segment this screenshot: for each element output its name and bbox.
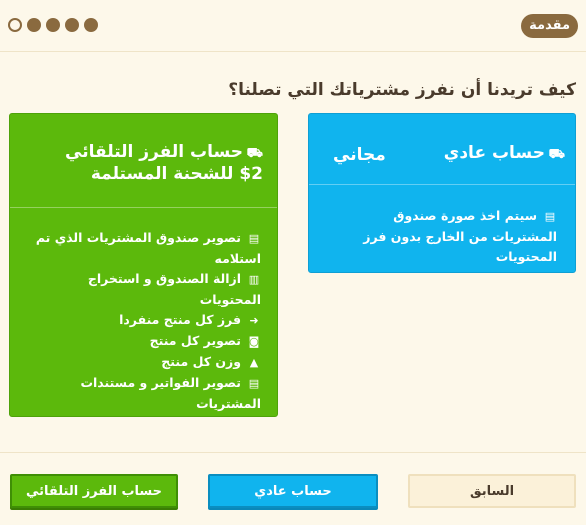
feature-item: ➜فرز كل منتج منفردا: [25, 310, 261, 331]
normal-card-title-text: حساب عادي: [443, 143, 545, 163]
normal-card-description-text: سيتم اخذ صورة صندوق المشتريات من الخارج …: [363, 208, 557, 264]
normal-card-price: مجاني: [333, 145, 386, 165]
normal-card-description: ▤سيتم اخذ صورة صندوق المشتريات من الخارج…: [327, 206, 557, 267]
step-dot-5: [84, 18, 98, 32]
camera-icon: ◙: [248, 335, 260, 348]
footer-bar: حساب الفرز التلقائي حساب عادي السابق: [0, 452, 586, 525]
truck-icon: ⛟: [548, 147, 565, 162]
document-icon: ▤: [248, 232, 260, 245]
feature-item: ▤تصوير صندوق المشتريات الذي تم استلامه: [35, 230, 261, 266]
footer-divider: [0, 452, 586, 453]
auto-sort-account-card[interactable]: ⛟حساب الفرز التلقائي $2 للشحنة المستلمة …: [9, 113, 278, 417]
feature-item: ▥ازالة الصندوق و استخراج المحتويات: [87, 271, 261, 307]
step-dot-1: [8, 18, 22, 32]
normal-account-button[interactable]: حساب عادي: [208, 474, 378, 508]
top-bar: مقدمة: [0, 0, 586, 52]
auto-card-price: $2 للشحنة المستلمة: [90, 164, 263, 184]
arrow-right-icon: ➜: [249, 314, 259, 327]
feature-item: ▲وزن كل منتج: [25, 352, 261, 373]
file-icon: ▤: [248, 377, 260, 390]
previous-button[interactable]: السابق: [408, 474, 576, 508]
step-dot-3: [46, 18, 60, 32]
step-dot-4: [65, 18, 79, 32]
auto-card-header: ⛟حساب الفرز التلقائي $2 للشحنة المستلمة: [10, 114, 277, 208]
step-indicator: [8, 18, 98, 32]
trash-icon: ▥: [248, 273, 260, 286]
auto-card-title: ⛟حساب الفرز التلقائي: [65, 142, 263, 163]
question-heading: كيف تريدنا أن نفرز مشترياتك التي تصلنا؟: [228, 80, 576, 100]
normal-card-header: ⛟حساب عادي مجاني: [309, 114, 575, 185]
normal-card-title: ⛟حساب عادي: [444, 143, 565, 164]
step-badge: مقدمة: [521, 14, 578, 38]
header-divider: [0, 51, 586, 52]
feature-item: ▤تصوير الفواتير و مستندات المشتريات: [80, 375, 261, 411]
feature-item: ◙تصوير كل منتج: [25, 331, 261, 352]
scale-icon: ▲: [249, 356, 259, 369]
auto-card-title-text: حساب الفرز التلقائي: [65, 142, 243, 162]
truck-icon: ⛟: [246, 146, 263, 161]
auto-card-feature-list: ▤تصوير صندوق المشتريات الذي تم استلامه ▥…: [25, 228, 261, 414]
normal-account-card[interactable]: ⛟حساب عادي مجاني ▤سيتم اخذ صورة صندوق ال…: [308, 113, 576, 273]
document-icon: ▤: [544, 210, 556, 223]
auto-sort-account-button[interactable]: حساب الفرز التلقائي: [10, 474, 178, 508]
step-dot-2: [27, 18, 41, 32]
